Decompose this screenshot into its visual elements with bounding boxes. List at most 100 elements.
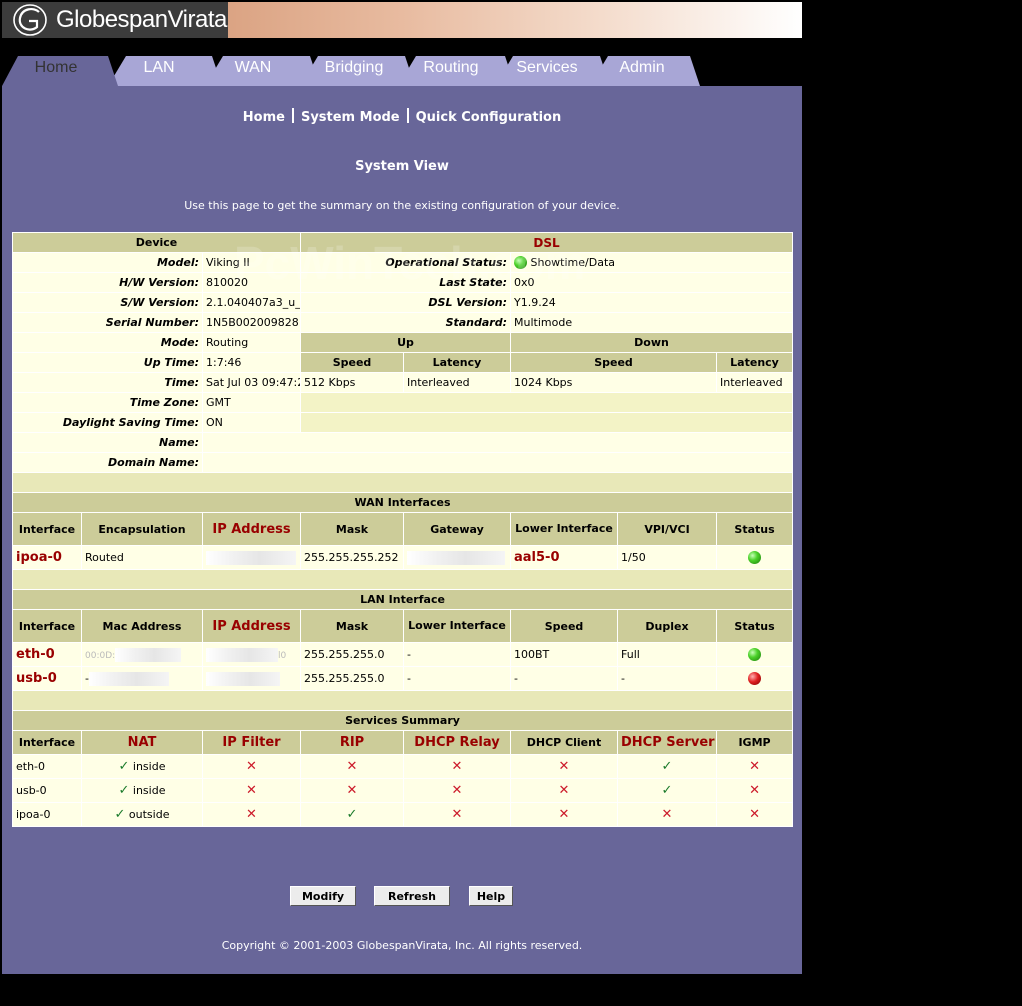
model-label: Model: [12,252,203,273]
wan-col-ip-address-link[interactable]: IP Address [202,512,301,546]
svc-col-ip-filter-link[interactable]: IP Filter [202,730,301,755]
lan-col-speed: Speed [510,609,618,643]
lan-section-title: LAN Interface [11,589,794,610]
lan-mask-eth0: 255.255.255.0 [300,642,404,667]
wan-ip-address-redacted [202,545,301,570]
svc-igmp-eth0: ✕ [715,754,794,779]
modify-button[interactable]: Modify [290,886,356,906]
subnav-divider [291,108,294,123]
cross-icon: ✕ [346,783,358,798]
check-icon: ✓ [114,807,126,822]
down-speed-value: 1024 Kbps [510,372,717,393]
svc-col-dhcp-server-link[interactable]: DHCP Server [617,730,717,755]
wan-col-gateway: Gateway [403,512,511,546]
svc-rip-ipoa0: ✓ [300,802,404,827]
standard-label: Standard: [300,312,511,333]
svc-col-rip-link[interactable]: RIP [300,730,404,755]
wan-col-status: Status [715,512,794,546]
wan-col-lower-interface: Lower Interface [510,512,618,546]
lan-col-mac-address: Mac Address [81,609,203,643]
svc-igmp-ipoa0: ✕ [715,802,794,827]
svc-col-igmp: IGMP [715,730,794,755]
subnav-quick-config-link[interactable]: Quick Configuration [416,110,562,125]
nat-mode: outside [128,808,170,821]
operational-status-cell: Showtime/Data [509,252,794,273]
tab-services[interactable]: Services [507,59,587,79]
copyright-footer: Copyright © 2001-2003 GlobespanVirata, I… [221,939,583,952]
cross-icon: ✕ [346,759,358,774]
lan-status-usb0 [715,666,794,691]
dsl-header-link[interactable]: DSL [299,232,794,253]
help-button[interactable]: Help [469,886,513,906]
domain-name-label: Domain Name: [12,452,203,473]
logo-text: GlobespanVirata [56,6,227,33]
wan-col-interface: Interface [12,512,82,546]
wan-encapsulation: Routed [81,545,203,570]
subnav-home-link[interactable]: Home [243,110,285,125]
up-speed-header: Speed [300,352,404,373]
up-latency-header: Latency [403,352,511,373]
lan-speed-eth0: 100BT [510,642,618,667]
wan-interface-link[interactable]: ipoa-0 [12,545,82,570]
empty-cell [299,392,794,413]
system-view-table: Device DSL Model: Viking II Operational … [11,232,794,827]
cross-icon: ✕ [246,759,257,774]
lan-mask-usb0: 255.255.255.0 [300,666,404,691]
wan-lower-interface-link[interactable]: aal5-0 [510,545,618,570]
nat-mode: inside [132,784,166,797]
svc-dhcpserver-eth0: ✓ [617,754,717,779]
wan-gateway-redacted [403,545,511,570]
svc-col-dhcp-relay-link[interactable]: DHCP Relay [403,730,511,755]
lan-mac-fragment: 00:0D: [85,650,116,661]
subnav-system-mode-link[interactable]: System Mode [301,110,400,125]
check-icon: ✓ [118,759,130,774]
globespan-logo-icon [13,4,47,36]
svc-interface-ipoa0: ipoa-0 [12,802,82,827]
tab-lan[interactable]: LAN [120,59,198,79]
status-light-icon [748,672,762,686]
app-header: GlobespanVirata [2,2,802,38]
wan-mask: 255.255.255.252 [300,545,404,570]
svc-dhcpserver-usb0: ✓ [617,778,717,803]
tab-home[interactable]: Home [18,59,94,79]
lan-interface-usb0-link[interactable]: usb-0 [12,666,82,691]
tab-bridging[interactable]: Bridging [312,59,396,79]
time-value: Sat Jul 03 09:47:28 2004 [202,372,301,393]
lan-lower-eth0: - [403,642,511,667]
svc-interface-eth0: eth-0 [12,754,82,779]
name-value [201,432,794,453]
svc-rip-eth0: ✕ [300,754,404,779]
wan-col-encapsulation: Encapsulation [81,512,203,546]
cross-icon: ✕ [558,759,570,774]
tab-routing[interactable]: Routing [410,59,492,79]
wan-col-mask: Mask [300,512,404,546]
tab-admin[interactable]: Admin [604,59,680,79]
wan-col-vpi-vci: VPI/VCI [617,512,717,546]
svc-col-interface: Interface [12,730,82,755]
lan-status-eth0 [715,642,794,667]
svc-dhcprelay-usb0: ✕ [403,778,511,803]
lan-mac-usb0: - [81,666,203,691]
cross-icon: ✕ [749,807,760,822]
mode-label: Mode: [12,332,203,353]
up-time-value: 1:7:46 [202,352,301,373]
svc-ipfilter-usb0: ✕ [202,778,301,803]
dst-value: ON [202,412,301,433]
domain-name-value [201,452,794,473]
lan-col-duplex: Duplex [617,609,717,643]
operational-status-value: Showtime/Data [530,255,616,269]
cross-icon: ✕ [451,759,463,774]
svc-ipfilter-eth0: ✕ [202,754,301,779]
check-icon: ✓ [346,807,358,822]
subnav-divider [406,108,409,123]
dsl-down-header: Down [509,332,794,353]
down-speed-header: Speed [510,352,717,373]
svc-interface-usb0: usb-0 [12,778,82,803]
lan-interface-eth0-link[interactable]: eth-0 [12,642,82,667]
lan-col-ip-address-link[interactable]: IP Address [202,609,301,643]
svc-ipfilter-ipoa0: ✕ [202,802,301,827]
lan-mac-eth0-redacted: 00:0D: [81,642,203,667]
svc-col-nat-link[interactable]: NAT [81,730,203,755]
refresh-button[interactable]: Refresh [374,886,450,906]
tab-wan[interactable]: WAN [215,59,291,79]
